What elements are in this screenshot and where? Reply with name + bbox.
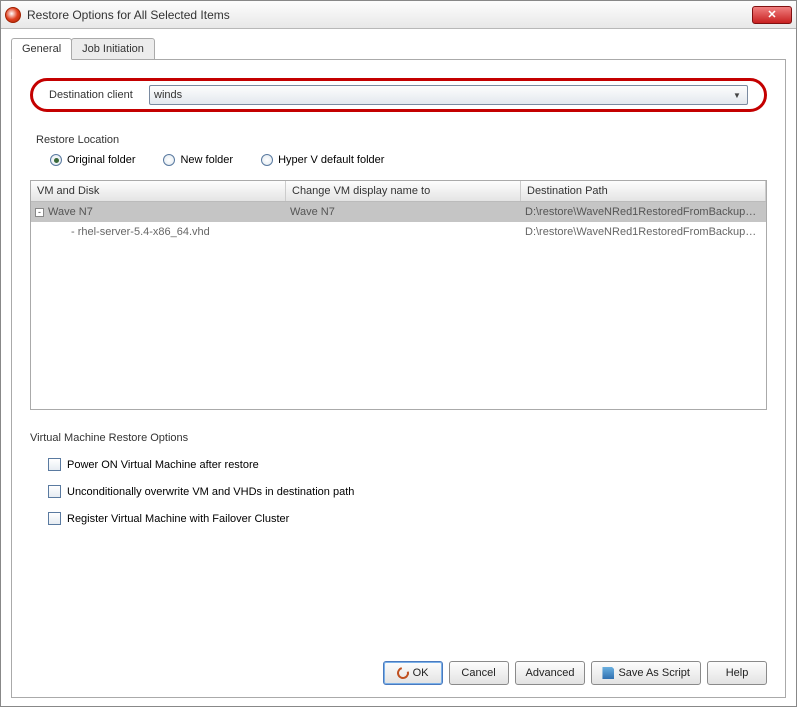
checkbox-register-cluster[interactable]: Register Virtual Machine with Failover C… — [48, 512, 767, 525]
content-area: General Job Initiation Destination clien… — [1, 29, 796, 706]
table-row[interactable]: -Wave N7 Wave N7 D:\restore\WaveNRed1Res… — [31, 202, 766, 222]
help-label: Help — [726, 667, 749, 679]
radio-icon — [163, 154, 175, 166]
table-row[interactable]: - rhel-server-5.4-x86_64.vhd D:\restore\… — [31, 222, 766, 242]
col-vm-disk[interactable]: VM and Disk — [31, 181, 286, 201]
app-icon — [5, 7, 21, 23]
save-script-label: Save As Script — [618, 667, 690, 679]
col-change-name[interactable]: Change VM display name to — [286, 181, 521, 201]
tab-panel-general: Destination client winds ▼ Restore Locat… — [11, 59, 786, 698]
power-on-label: Power ON Virtual Machine after restore — [67, 459, 259, 471]
checkbox-overwrite[interactable]: Unconditionally overwrite VM and VHDs in… — [48, 485, 767, 498]
destination-client-row: Destination client winds ▼ — [49, 85, 748, 105]
tab-general-label: General — [22, 43, 61, 55]
tree-collapse-icon[interactable]: - — [35, 208, 44, 217]
col-dest-path[interactable]: Destination Path — [521, 181, 766, 201]
checkbox-icon — [48, 458, 61, 471]
ok-label: OK — [413, 667, 429, 679]
cell-dest-path: D:\restore\WaveNRed1RestoredFromBackupCo… — [521, 224, 766, 240]
advanced-label: Advanced — [526, 667, 575, 679]
radio-original-folder[interactable]: Original folder — [50, 154, 135, 166]
destination-client-value: winds — [154, 89, 729, 101]
radio-icon — [50, 154, 62, 166]
grid-header: VM and Disk Change VM display name to De… — [31, 181, 766, 202]
window-title: Restore Options for All Selected Items — [27, 8, 752, 22]
cell-vm-name: -Wave N7 — [31, 204, 286, 220]
radio-icon — [261, 154, 273, 166]
tab-general[interactable]: General — [11, 38, 72, 60]
destination-client-combo[interactable]: winds ▼ — [149, 85, 748, 105]
save-as-script-button[interactable]: Save As Script — [591, 661, 701, 685]
cell-dest-path: D:\restore\WaveNRed1RestoredFromBackupCo… — [521, 204, 766, 220]
register-label: Register Virtual Machine with Failover C… — [67, 513, 289, 525]
tab-job-initiation[interactable]: Job Initiation — [71, 38, 155, 60]
restore-location-radios: Original folder New folder Hyper V defau… — [50, 154, 771, 166]
restore-location-label: Restore Location — [36, 134, 771, 146]
tab-strip: General Job Initiation — [11, 38, 786, 60]
tab-job-initiation-label: Job Initiation — [82, 43, 144, 55]
row0-name: Wave N7 — [48, 206, 93, 218]
dialog-window: Restore Options for All Selected Items ✕… — [0, 0, 797, 707]
vm-disk-grid: VM and Disk Change VM display name to De… — [30, 180, 767, 410]
destination-client-label: Destination client — [49, 89, 149, 101]
overwrite-label: Unconditionally overwrite VM and VHDs in… — [67, 486, 354, 498]
cell-disk-name: - rhel-server-5.4-x86_64.vhd — [31, 224, 286, 240]
button-bar: OK Cancel Advanced Save As Script Help — [26, 655, 771, 687]
close-icon: ✕ — [767, 8, 776, 21]
wrench-icon — [394, 665, 410, 681]
radio-original-label: Original folder — [67, 154, 135, 166]
disk-icon — [602, 667, 614, 679]
close-button[interactable]: ✕ — [752, 6, 792, 24]
help-button[interactable]: Help — [707, 661, 767, 685]
radio-new-label: New folder — [180, 154, 233, 166]
vm-options-label: Virtual Machine Restore Options — [30, 432, 767, 444]
cancel-label: Cancel — [461, 667, 495, 679]
titlebar: Restore Options for All Selected Items ✕ — [1, 1, 796, 29]
radio-hyperv-default[interactable]: Hyper V default folder — [261, 154, 384, 166]
advanced-button[interactable]: Advanced — [515, 661, 586, 685]
destination-client-highlight: Destination client winds ▼ — [30, 78, 767, 112]
chevron-down-icon: ▼ — [729, 87, 745, 103]
radio-hyperv-label: Hyper V default folder — [278, 154, 384, 166]
radio-new-folder[interactable]: New folder — [163, 154, 233, 166]
checkbox-icon — [48, 512, 61, 525]
checkbox-power-on[interactable]: Power ON Virtual Machine after restore — [48, 458, 767, 471]
vm-restore-options: Virtual Machine Restore Options Power ON… — [30, 428, 767, 539]
cell-change-name — [286, 230, 521, 234]
checkbox-icon — [48, 485, 61, 498]
cell-change-name: Wave N7 — [286, 204, 521, 220]
cancel-button[interactable]: Cancel — [449, 661, 509, 685]
grid-body: -Wave N7 Wave N7 D:\restore\WaveNRed1Res… — [31, 202, 766, 409]
ok-button[interactable]: OK — [383, 661, 443, 685]
